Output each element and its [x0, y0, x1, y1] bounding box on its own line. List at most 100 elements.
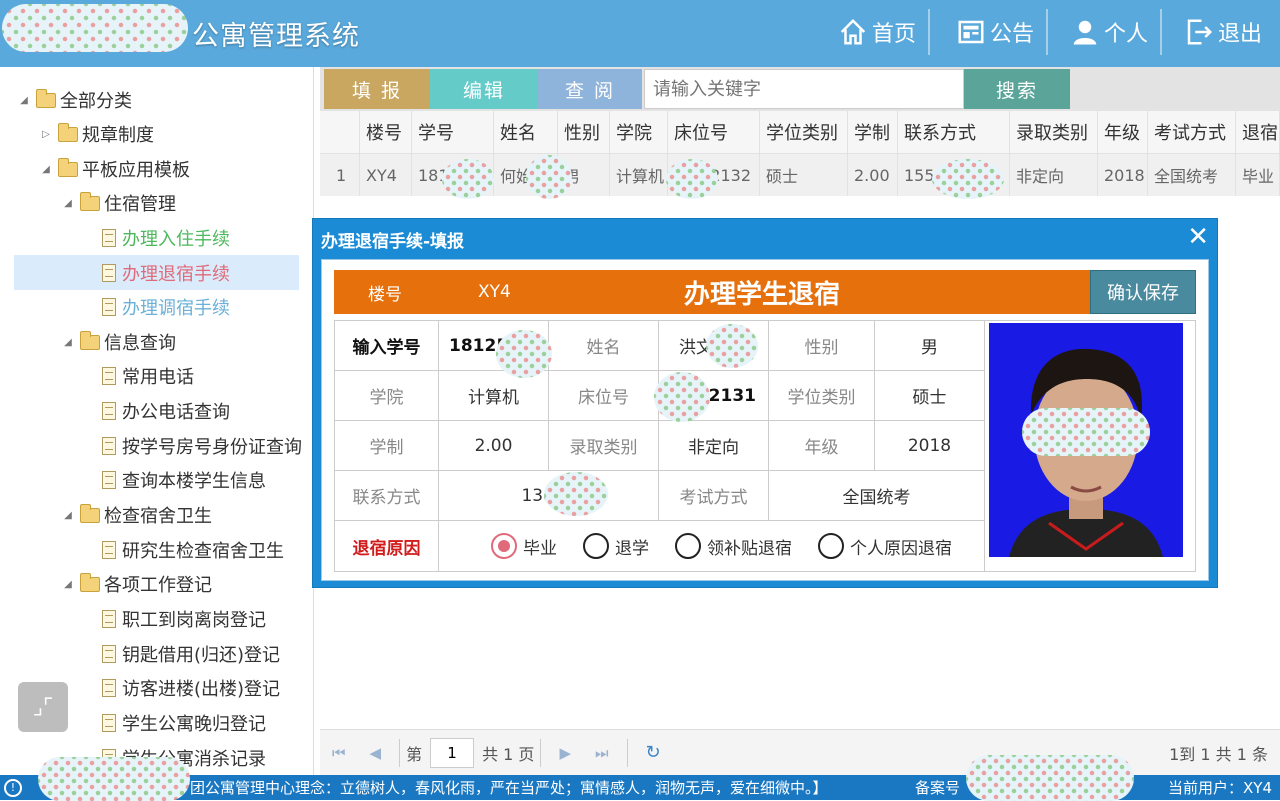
- tree-node-check-out[interactable]: 办理退宿手续: [14, 255, 299, 290]
- redaction-mask: [442, 159, 494, 199]
- reason-radio-dropout[interactable]: [583, 533, 609, 559]
- document-icon: [102, 679, 116, 697]
- document-icon: [102, 541, 116, 559]
- dialog-title: 办理退宿手续-填报: [321, 232, 465, 252]
- form-header: 楼号 XY4 办理学生退宿: [334, 270, 1090, 314]
- tree-node-staff-attendance[interactable]: 职工到岗离岗登记: [102, 604, 266, 634]
- redaction-mask: [654, 372, 710, 422]
- grid-header-cell[interactable]: 楼号: [360, 111, 412, 154]
- expanded-arrow-icon[interactable]: ◢: [62, 198, 74, 209]
- confirm-save-button[interactable]: 确认保存: [1090, 270, 1196, 314]
- tree-node-accommodation[interactable]: ◢ 住宿管理: [62, 188, 176, 218]
- view-button[interactable]: 查 阅: [538, 69, 642, 109]
- tree-node-office-phone-query[interactable]: 办公电话查询: [102, 396, 230, 426]
- grid-header-cell[interactable]: 学制: [848, 111, 898, 154]
- tree-node-label: 办理入住手续: [122, 229, 230, 250]
- grid-header-cell[interactable]: 性别: [558, 111, 610, 154]
- grid-header-cell[interactable]: 年级: [1098, 111, 1148, 154]
- college-label: 学院: [335, 371, 439, 421]
- reason-radio-subsidy[interactable]: [675, 533, 701, 559]
- nav-notice-label: 公告: [990, 22, 1035, 47]
- prev-page-icon[interactable]: ◀: [370, 744, 382, 762]
- redaction-mask: [966, 755, 1134, 801]
- tree-node-late-return[interactable]: 学生公寓晚归登记: [102, 708, 266, 738]
- search-button[interactable]: 搜索: [964, 69, 1070, 109]
- close-icon[interactable]: ✕: [1187, 223, 1209, 251]
- tree-node-regulations[interactable]: ▷ 规章制度: [40, 119, 154, 149]
- grid-header-cell[interactable]: 退宿: [1236, 111, 1280, 154]
- tree-node-label: 办理调宿手续: [122, 298, 230, 319]
- grid-cell[interactable]: 1: [320, 154, 360, 196]
- collapse-button[interactable]: ⌟⌜: [18, 682, 68, 732]
- tree-node-grad-hygiene[interactable]: 研究生检查宿舍卫生: [102, 535, 284, 565]
- grid-cell[interactable]: 全国统考: [1148, 154, 1236, 196]
- grid-cell[interactable]: XY4: [360, 154, 412, 196]
- edit-button[interactable]: 编辑: [430, 69, 538, 109]
- grid-header-cell[interactable]: 联系方式: [898, 111, 1010, 154]
- expanded-arrow-icon[interactable]: ◢: [62, 510, 74, 521]
- folder-icon: [58, 157, 78, 177]
- gender-value: 男: [875, 321, 985, 371]
- pager-info: 1到 1 共 1 条: [1169, 744, 1268, 764]
- tree-node-all-categories[interactable]: ◢ 全部分类: [18, 85, 132, 115]
- tree-node-info-query[interactable]: ◢ 信息查询: [62, 327, 176, 357]
- page-number-input[interactable]: [430, 737, 475, 768]
- tree-node-visitor-log[interactable]: 访客进楼(出楼)登记: [102, 673, 280, 703]
- college-value: 计算机: [439, 371, 549, 421]
- reason-radio-personal[interactable]: [818, 533, 844, 559]
- expanded-arrow-icon[interactable]: ◢: [18, 95, 30, 106]
- grid-header-cell[interactable]: 考试方式: [1148, 111, 1236, 154]
- nav-logout-button[interactable]: 退出: [1184, 9, 1274, 55]
- tree-node-label: 钥匙借用(归还)登记: [122, 645, 281, 666]
- nav-person-label: 个人: [1104, 22, 1149, 47]
- tree-node-common-phones[interactable]: 常用电话: [102, 361, 194, 391]
- fill-button[interactable]: 填 报: [324, 69, 430, 109]
- tree-node-building-students[interactable]: 查询本楼学生信息: [102, 465, 266, 495]
- logo-redacted: [2, 4, 188, 52]
- record-label: 备案号: [915, 779, 961, 797]
- refresh-icon[interactable]: ↻: [646, 742, 661, 763]
- nav-home-label: 首页: [872, 22, 917, 47]
- tree-node-label: 研究生检查宿舍卫生: [122, 541, 284, 562]
- redaction-mask: [38, 757, 190, 801]
- expanded-arrow-icon[interactable]: ◢: [40, 164, 52, 175]
- next-page-icon[interactable]: ▶: [559, 744, 571, 762]
- tree-node-check-in[interactable]: 办理入住手续: [102, 223, 230, 253]
- tree-node-label: 办理退宿手续: [122, 263, 230, 285]
- last-page-icon[interactable]: ⏭: [595, 744, 609, 762]
- grid-cell[interactable]: 2.00: [848, 154, 898, 196]
- grid-cell[interactable]: 计算机: [610, 154, 668, 196]
- grid-header-cell[interactable]: 学号: [412, 111, 494, 154]
- exam-value: 全国统考: [769, 471, 985, 521]
- tree-node-id-query[interactable]: 按学号房号身份证查询: [102, 431, 302, 461]
- tree-node-tablet-templates[interactable]: ◢ 平板应用模板: [40, 154, 190, 184]
- collapsed-arrow-icon[interactable]: ▷: [40, 129, 52, 140]
- first-page-icon[interactable]: ⏮: [332, 744, 346, 762]
- nav-notice-button[interactable]: 公告: [956, 9, 1049, 55]
- grid-header-cell[interactable]: 姓名: [494, 111, 558, 154]
- grid-cell[interactable]: 非定向: [1010, 154, 1098, 196]
- folder-icon: [36, 88, 56, 108]
- document-icon: [102, 610, 116, 628]
- notice-icon: [958, 20, 984, 44]
- grid-cell[interactable]: 毕业: [1236, 154, 1280, 196]
- expanded-arrow-icon[interactable]: ◢: [62, 337, 74, 348]
- expanded-arrow-icon[interactable]: ◢: [62, 579, 74, 590]
- nav-home-button[interactable]: 首页: [838, 9, 931, 55]
- reason-radio-graduation[interactable]: [491, 533, 517, 559]
- nav-person-button[interactable]: 个人: [1070, 9, 1163, 55]
- grid-header-cell[interactable]: 录取类别: [1010, 111, 1098, 154]
- grid-cell[interactable]: 2018: [1098, 154, 1148, 196]
- tree-node-hygiene-check[interactable]: ◢ 检查宿舍卫生: [62, 500, 212, 530]
- grid-header-cell[interactable]: 学位类别: [760, 111, 848, 154]
- info-icon[interactable]: !: [4, 778, 22, 797]
- grid-header-cell[interactable]: 床位号: [668, 111, 760, 154]
- tree-node-room-transfer[interactable]: 办理调宿手续: [102, 292, 230, 322]
- tree-node-key-borrow[interactable]: 钥匙借用(归还)登记: [102, 639, 280, 669]
- search-input[interactable]: [644, 69, 964, 109]
- grid-cell[interactable]: 硕士: [760, 154, 848, 196]
- document-icon: [102, 437, 116, 455]
- tree-node-work-registration[interactable]: ◢ 各项工作登记: [62, 569, 212, 599]
- tree-node-label: 检查宿舍卫生: [104, 506, 212, 527]
- grid-header-cell[interactable]: 学院: [610, 111, 668, 154]
